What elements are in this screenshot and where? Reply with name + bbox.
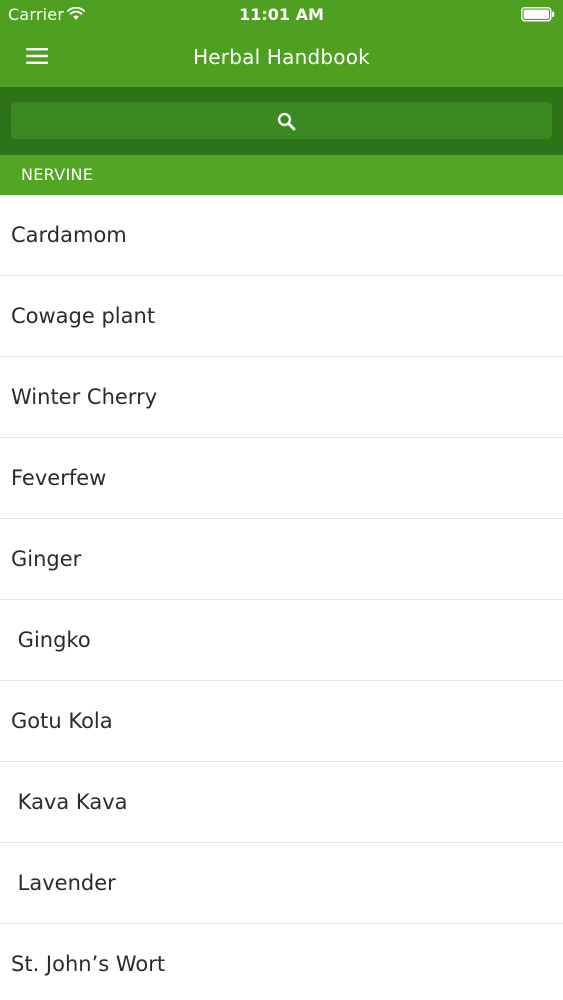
list-item-label: Lavender [11,871,116,895]
list-item[interactable]: Winter Cherry [0,357,563,438]
list-item[interactable]: St. John’s Wort [0,924,563,1000]
list-item-label: Gotu Kola [11,709,113,733]
list-item[interactable]: Cardamom [0,195,563,276]
list-item[interactable]: Gotu Kola [0,681,563,762]
list-item-label: Ginger [11,547,82,571]
status-time: 11:01 AM [239,5,324,24]
section-header: NERVINE [0,155,563,195]
search-area [0,87,563,155]
list-item-label: Feverfew [11,466,107,490]
list-item[interactable]: Gingko [0,600,563,681]
app-screen: Carrier 11:01 AM Herbal Handbook NERVINE… [0,0,563,1000]
search-icon [277,112,296,131]
search-input[interactable] [11,102,552,139]
list-item-label: Cowage plant [11,304,156,328]
list-item[interactable]: Ginger [0,519,563,600]
navigation-bar: Herbal Handbook [0,30,563,87]
list-item[interactable]: Kava Kava [0,762,563,843]
status-bar: Carrier 11:01 AM [0,0,563,30]
list-item-label: Winter Cherry [11,385,158,409]
page-title: Herbal Handbook [193,45,370,69]
list-item-label: Gingko [11,628,91,652]
battery-icon [521,7,555,22]
list-item-label: St. John’s Wort [11,952,166,976]
herb-list: Cardamom Cowage plant Winter Cherry Feve… [0,195,563,1000]
list-item[interactable]: Lavender [0,843,563,924]
list-item[interactable]: Feverfew [0,438,563,519]
list-item-label: Cardamom [11,223,127,247]
section-title: NERVINE [21,165,94,184]
list-item[interactable]: Cowage plant [0,276,563,357]
list-item-label: Kava Kava [11,790,128,814]
